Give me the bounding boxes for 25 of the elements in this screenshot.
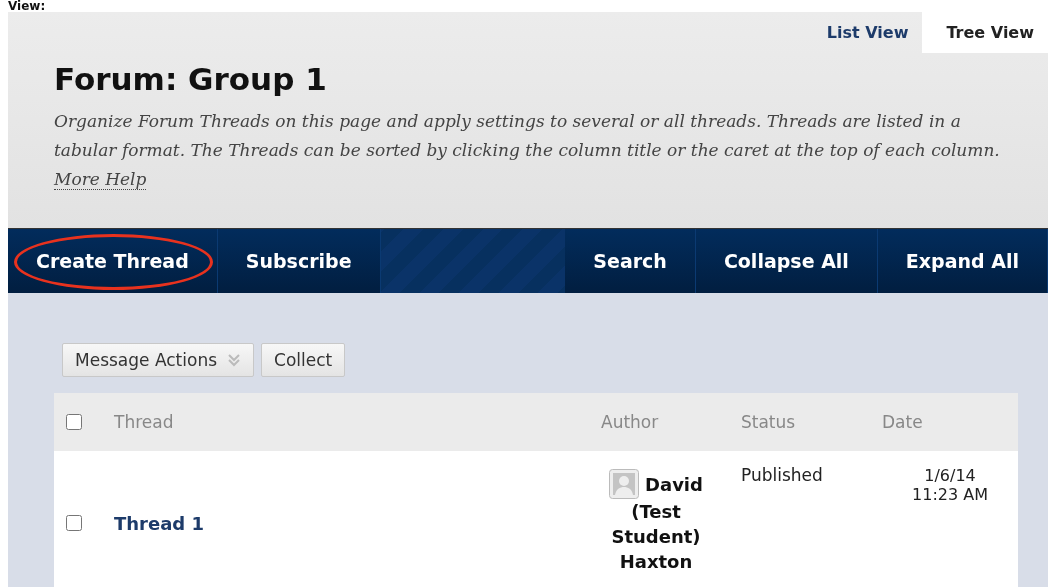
author-name: Student) — [611, 525, 701, 549]
menu-button[interactable]: Message Actions — [62, 343, 254, 377]
toolbar-button[interactable]: Collapse All — [695, 229, 878, 293]
author-name: David — [645, 472, 703, 497]
thread-link[interactable]: Thread 1 — [114, 513, 204, 534]
toolbar-button[interactable]: Search — [565, 229, 696, 293]
view-tab[interactable]: Tree View — [922, 12, 1048, 53]
page-title: Forum: Group 1 — [54, 61, 328, 97]
date-text: 11:23 AM — [912, 485, 988, 504]
caption-text: View: — [7, 0, 47, 12]
author-name: Haxton — [619, 550, 693, 574]
toolbar-button[interactable]: Subscribe — [217, 229, 381, 293]
author-name: (Test — [631, 500, 681, 524]
collect-button[interactable]: Collect — [261, 343, 346, 377]
select-all-checkbox[interactable] — [66, 414, 82, 430]
view-tab[interactable]: List View — [802, 12, 923, 53]
toolbar-button[interactable]: Expand All — [877, 229, 1048, 293]
row-checkbox[interactable] — [66, 515, 82, 531]
chevron-icon — [227, 353, 241, 367]
page-description: Organize Forum Threads on this page and apply settings to several or all threads. Threads are listed in a tabular format. The Threads can be sorted by clicking the column title or the caret at the top of each column. More Help — [54, 110, 1001, 192]
avatar-icon — [609, 469, 640, 499]
help-link[interactable]: More Help — [54, 169, 147, 190]
date-text: 1/6/14 — [924, 466, 976, 485]
status-text: Published — [741, 464, 824, 485]
toolbar-button[interactable]: Create Thread — [8, 229, 218, 293]
